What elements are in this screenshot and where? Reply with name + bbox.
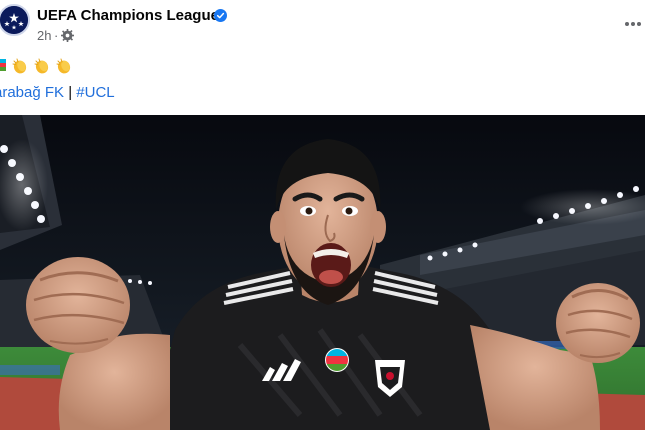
- clapping-hands-icon: [12, 58, 27, 74]
- caption-tags: arabağ FK | #UCL: [0, 84, 115, 101]
- clapping-hands-icon: [34, 58, 49, 74]
- azerbaijan-flag-emoji: [0, 59, 6, 74]
- clapping-hands-emoji: [55, 57, 73, 79]
- post-caption: arabağ FK | #UCL: [0, 54, 645, 108]
- ucl-hashtag-link[interactable]: #UCL: [76, 84, 114, 101]
- post-timestamp[interactable]: 2h: [37, 28, 51, 43]
- clapping-hands-emoji: [11, 57, 29, 79]
- post-header: UEFA Champions League 2h ·: [0, 0, 645, 50]
- page-avatar[interactable]: [0, 4, 30, 36]
- more-dot-icon: [637, 22, 641, 26]
- clapping-hands-emoji: [33, 57, 51, 79]
- club-tag-link[interactable]: arabağ FK: [0, 84, 64, 101]
- champions-league-logo-icon: [0, 6, 28, 34]
- tag-separator: |: [68, 84, 73, 101]
- post-photo[interactable]: [0, 115, 645, 430]
- azerbaijan-flag-icon: [0, 59, 6, 71]
- more-dot-icon: [625, 22, 629, 26]
- page-name[interactable]: UEFA Champions League: [37, 7, 219, 24]
- more-options-button[interactable]: [621, 12, 645, 36]
- clapping-hands-icon: [56, 58, 71, 74]
- facebook-post: UEFA Champions League 2h · arabağ FK | #…: [0, 0, 645, 430]
- more-dot-icon: [631, 22, 635, 26]
- verified-badge-icon: [214, 9, 227, 22]
- celebrating-player-image: [0, 115, 645, 430]
- gear-icon[interactable]: [61, 29, 74, 42]
- meta-separator: ·: [54, 28, 59, 43]
